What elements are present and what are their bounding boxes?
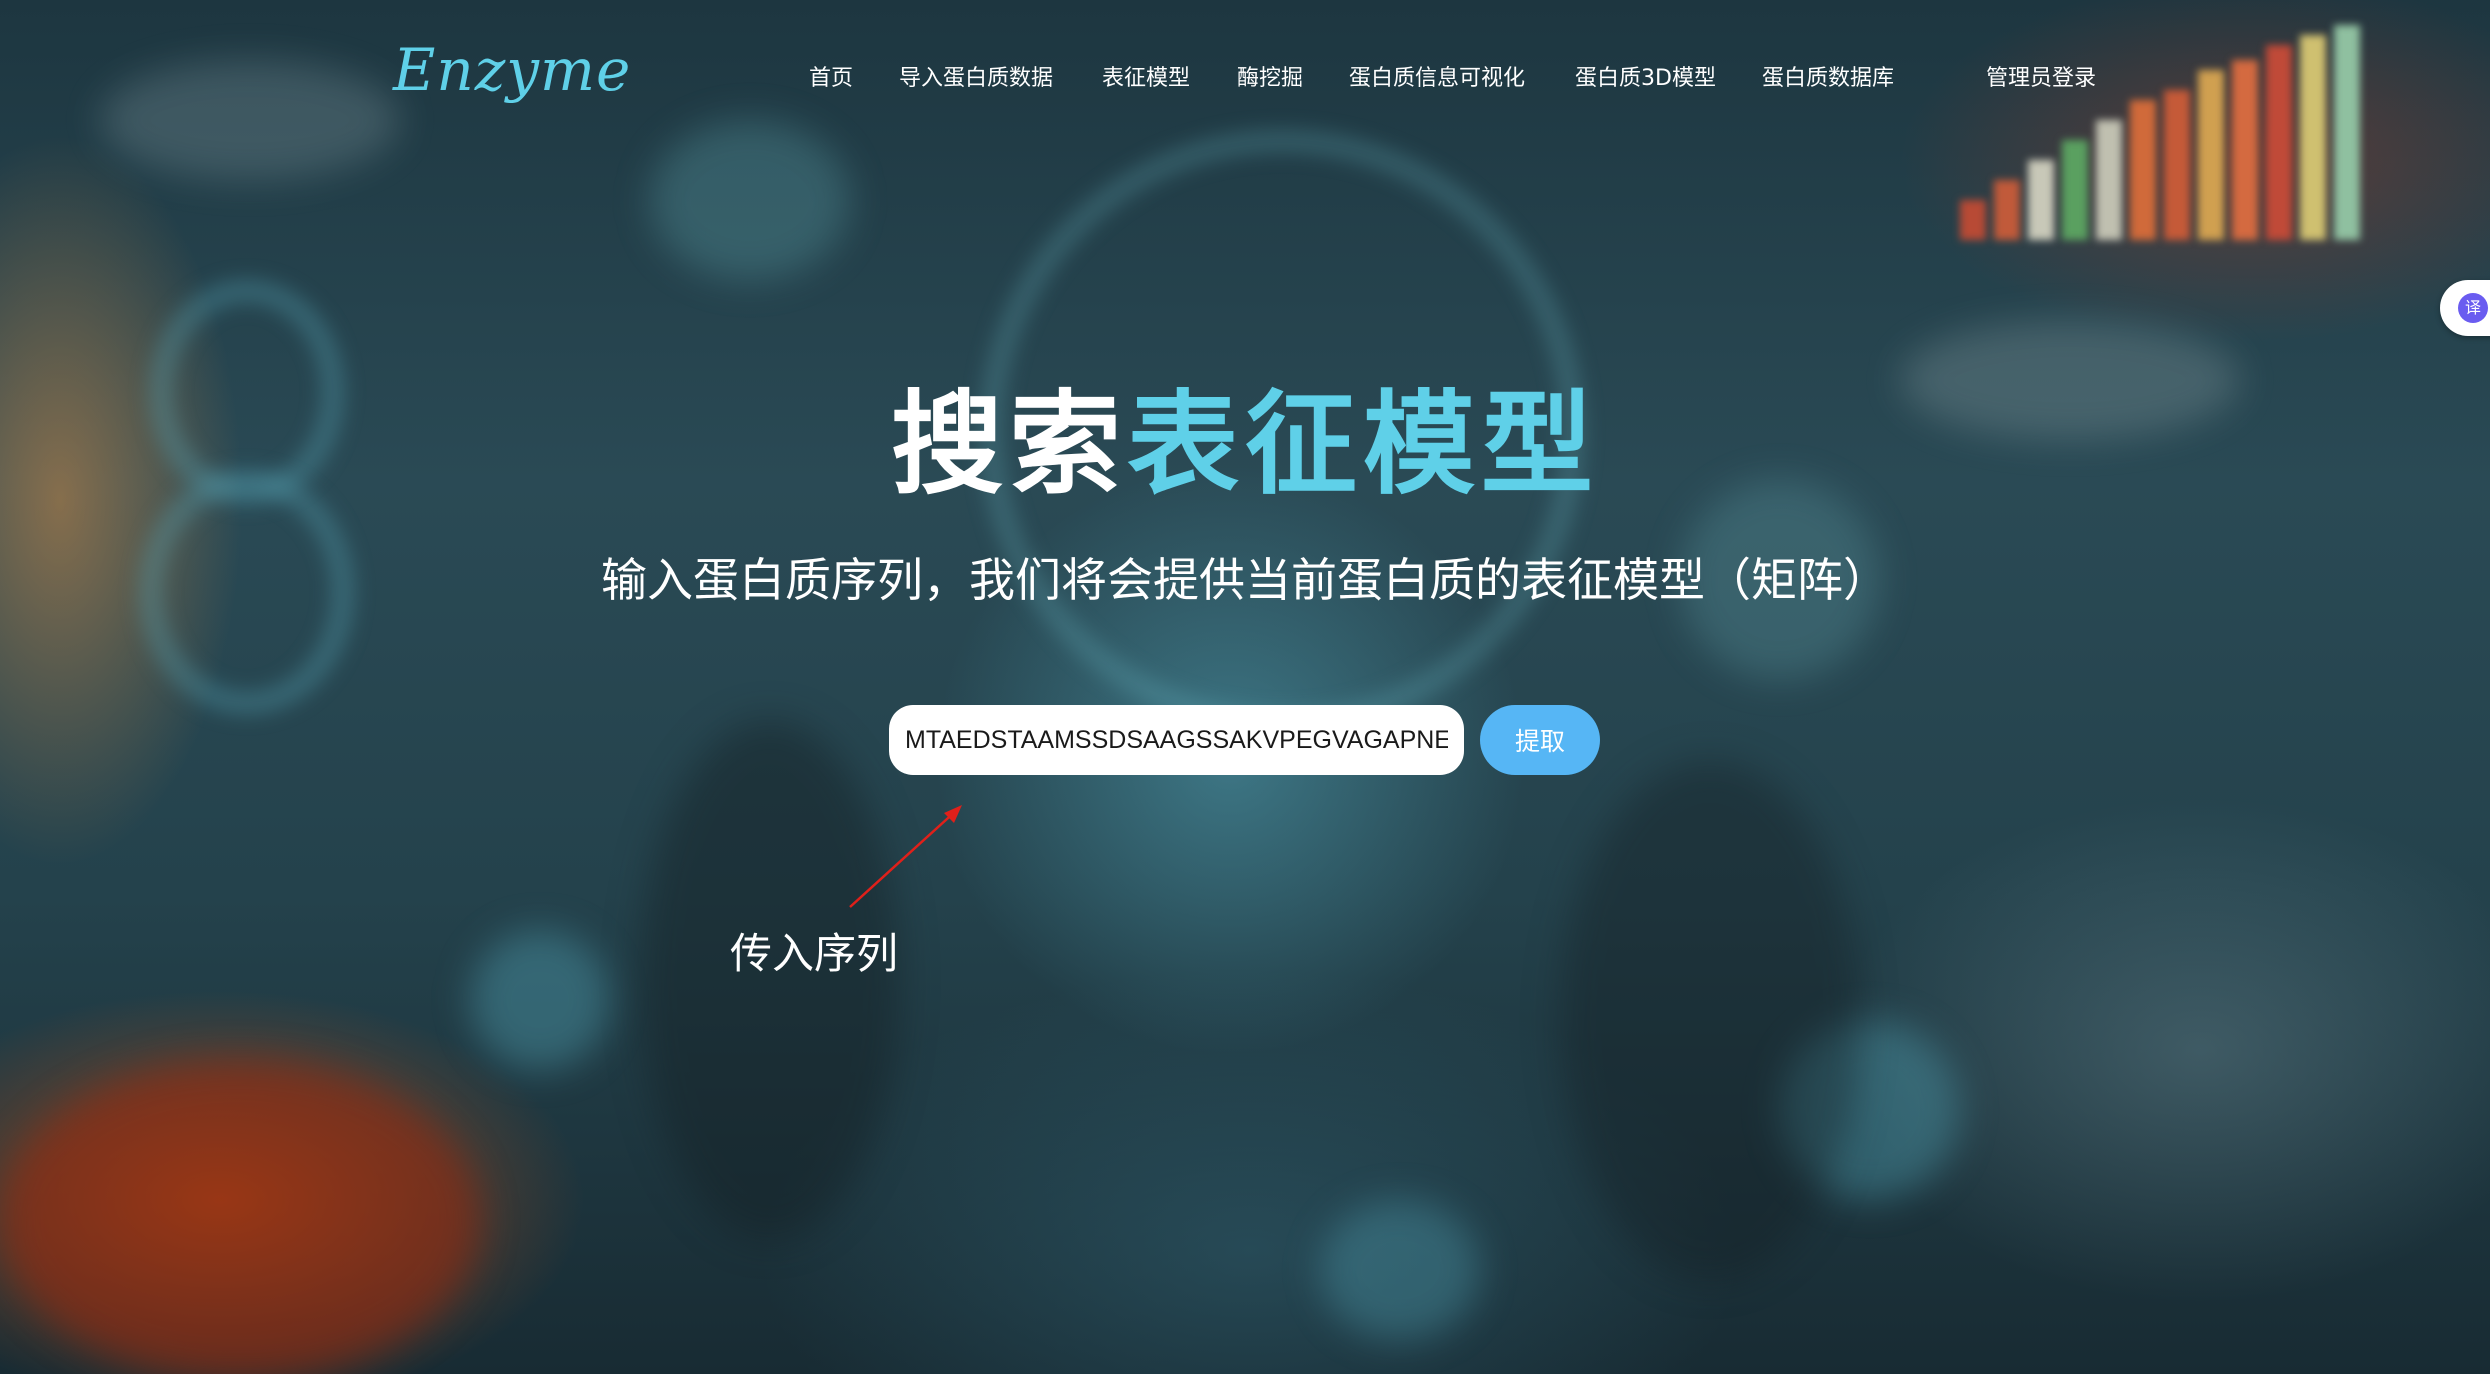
translate-tab[interactable]: 译 bbox=[2440, 280, 2490, 336]
background-bar bbox=[1960, 200, 1986, 240]
nav-item-home[interactable]: 首页 bbox=[809, 60, 853, 92]
background-blob bbox=[470, 930, 610, 1070]
sequence-input[interactable] bbox=[889, 705, 1464, 775]
annotation-label: 传入序列 bbox=[730, 929, 899, 978]
page-title-part1: 搜索 bbox=[891, 380, 1127, 510]
nav-item-protein-3d-model[interactable]: 蛋白质3D模型 bbox=[1575, 60, 1716, 92]
page-title-part2: 表征模型 bbox=[1127, 380, 1599, 510]
site-logo[interactable]: Enzyme bbox=[393, 36, 631, 104]
translate-icon: 译 bbox=[2458, 293, 2488, 323]
nav-item-protein-database[interactable]: 蛋白质数据库 bbox=[1762, 60, 1894, 92]
nav-item-protein-visualization[interactable]: 蛋白质信息可视化 bbox=[1349, 60, 1525, 92]
annotation-arrow bbox=[849, 805, 962, 908]
background-blob bbox=[1320, 1200, 1480, 1340]
background-bar bbox=[1994, 180, 2020, 240]
page-title: 搜索表征模型 bbox=[0, 380, 2490, 510]
background-bar bbox=[2062, 140, 2088, 240]
nav-item-enzyme-mining[interactable]: 酶挖掘 bbox=[1237, 60, 1303, 92]
extract-button[interactable]: 提取 bbox=[1480, 705, 1600, 775]
site-header: Enzyme 首页 导入蛋白质数据 表征模型 酶挖掘 蛋白质信息可视化 蛋白质3… bbox=[0, 0, 2490, 150]
nav-item-representation-model[interactable]: 表征模型 bbox=[1102, 60, 1190, 92]
nav-item-import-protein-data[interactable]: 导入蛋白质数据 bbox=[899, 60, 1053, 92]
nav-item-admin-login[interactable]: 管理员登录 bbox=[1986, 60, 2096, 92]
page-subtitle: 输入蛋白质序列，我们将会提供当前蛋白质的表征模型（矩阵） bbox=[601, 553, 1889, 607]
page: Enzyme 首页 导入蛋白质数据 表征模型 酶挖掘 蛋白质信息可视化 蛋白质3… bbox=[0, 0, 2490, 1374]
background-blob bbox=[0, 1060, 480, 1374]
background-bar bbox=[2028, 160, 2054, 240]
background-blob bbox=[1560, 760, 1860, 1280]
